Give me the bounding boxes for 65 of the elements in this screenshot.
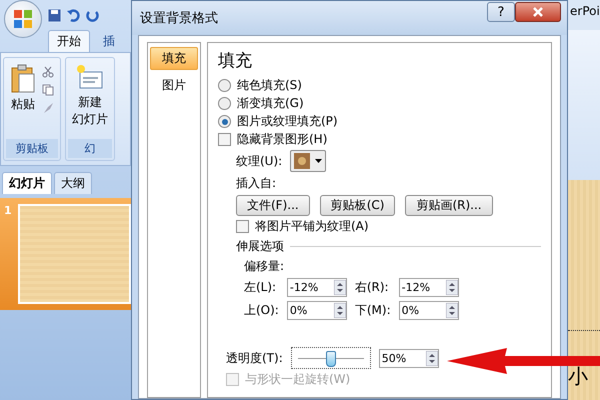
undo-icon[interactable] bbox=[67, 8, 80, 22]
transparency-label: 透明度(T): bbox=[226, 350, 283, 366]
offset-label: 偏移量: bbox=[243, 258, 286, 275]
ribbon-button[interactable]: 粘贴 bbox=[10, 64, 36, 113]
copy-icon[interactable] bbox=[42, 84, 54, 96]
checkbox-label: 隐藏背景图形(H) bbox=[237, 131, 328, 148]
radio-label: 纯色填充(S) bbox=[237, 77, 302, 94]
offset-spinner[interactable]: -12% bbox=[286, 278, 347, 297]
office-button[interactable] bbox=[4, 0, 42, 38]
radio-label: 图片或纹理填充(P) bbox=[237, 113, 338, 130]
caret-icon bbox=[315, 159, 322, 163]
checkbox[interactable] bbox=[236, 220, 249, 233]
ribbon-button[interactable]: 新建 幻灯片 bbox=[72, 64, 108, 128]
dialog-title: 设置背景格式 bbox=[140, 10, 219, 27]
spin-arrows-icon[interactable] bbox=[446, 280, 458, 295]
slide-thumbnail[interactable] bbox=[18, 204, 131, 304]
offset-spinner[interactable]: 0% bbox=[398, 301, 459, 320]
clipboard-icon bbox=[10, 64, 36, 94]
texture-label: 纹理(U): bbox=[236, 152, 282, 170]
nav-item[interactable]: 填充 bbox=[150, 47, 198, 70]
checkbox-label: 将图片平铺为纹理(A) bbox=[255, 218, 369, 235]
slider-thumb[interactable] bbox=[326, 351, 336, 367]
transparency-slider[interactable] bbox=[290, 347, 371, 369]
group-label: 幻 bbox=[68, 139, 112, 158]
help-button[interactable]: ? bbox=[487, 2, 515, 22]
insert-button[interactable]: 文件(F)... bbox=[236, 195, 310, 216]
offset-field-label: 右(R): bbox=[354, 279, 390, 296]
checkbox[interactable] bbox=[218, 133, 231, 146]
offset-spinner[interactable]: 0% bbox=[286, 301, 347, 320]
window-title: erPoi bbox=[569, 3, 600, 20]
radio-button[interactable] bbox=[218, 115, 231, 128]
radio-button[interactable] bbox=[218, 97, 231, 110]
group-label: 剪贴板 bbox=[6, 139, 58, 158]
texture-dropdown[interactable] bbox=[290, 150, 326, 172]
ribbon-tab[interactable]: 插 bbox=[94, 30, 124, 52]
radio-button[interactable] bbox=[218, 79, 231, 92]
offset-field-label: 上(O): bbox=[244, 302, 279, 319]
scissors-icon[interactable] bbox=[42, 66, 54, 78]
spin-arrows-icon[interactable] bbox=[426, 350, 438, 366]
close-icon bbox=[532, 6, 544, 18]
offset-field-label: 下(M): bbox=[354, 302, 391, 319]
insert-from-label: 插入自: bbox=[235, 175, 278, 192]
offset-field-label: 左(L): bbox=[244, 279, 278, 296]
redo-icon[interactable] bbox=[86, 8, 99, 22]
nav-item[interactable]: 图片 bbox=[150, 74, 198, 97]
insert-button[interactable]: 剪贴板(C) bbox=[320, 195, 396, 216]
spin-arrows-icon[interactable] bbox=[334, 303, 346, 318]
slide-text: 小 bbox=[568, 363, 589, 390]
offset-spinner[interactable]: -12% bbox=[398, 278, 459, 297]
ribbon-tab[interactable]: 开始 bbox=[48, 30, 90, 52]
slide-number: 1 bbox=[4, 204, 12, 219]
radio-label: 渐变填充(G) bbox=[237, 95, 304, 112]
checkbox-label: 与形状一起旋转(W) bbox=[245, 371, 350, 388]
texture-swatch-icon bbox=[294, 153, 310, 169]
spin-arrows-icon[interactable] bbox=[334, 280, 346, 295]
insert-button[interactable]: 剪贴画(R)... bbox=[405, 195, 493, 216]
office-logo-icon bbox=[13, 9, 33, 29]
pane-tab[interactable]: 大纲 bbox=[54, 172, 92, 194]
pane-tab[interactable]: 幻灯片 bbox=[2, 172, 52, 194]
save-icon[interactable] bbox=[48, 8, 61, 22]
group-heading: 伸展选项 bbox=[236, 238, 284, 255]
close-button[interactable] bbox=[515, 2, 561, 22]
spin-arrows-icon[interactable] bbox=[446, 303, 458, 318]
section-heading: 填充 bbox=[218, 50, 253, 72]
transparency-spinner[interactable]: 50% bbox=[378, 348, 439, 368]
